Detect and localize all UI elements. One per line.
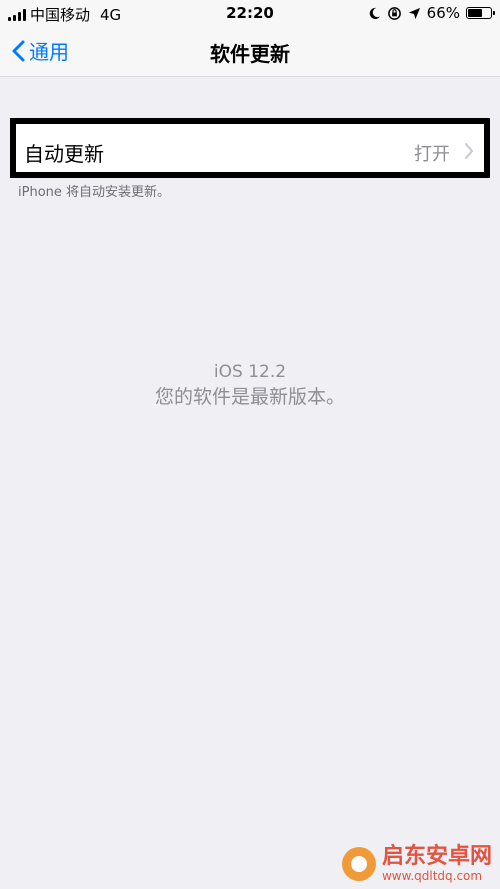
up-to-date-message: 您的软件是最新版本。 <box>154 386 345 408</box>
auto-update-footer-note: iPhone 将自动安装更新。 <box>18 185 171 200</box>
watermark-name: 启东安卓网 <box>381 844 492 869</box>
rotation-lock-icon <box>387 6 401 20</box>
battery-level <box>468 9 482 17</box>
watermark: 启东安卓网 www.qdltdq.com <box>341 844 492 884</box>
watermark-logo-icon <box>341 847 376 881</box>
auto-update-row[interactable]: 自动更新 打开 <box>10 118 490 178</box>
battery-percent: 66% <box>426 4 460 22</box>
page-title: 软件更新 <box>210 42 290 66</box>
watermark-url: www.qdltdq.com <box>381 869 483 883</box>
location-icon <box>408 7 420 19</box>
watermark-text: 启东安卓网 www.qdltdq.com <box>381 844 492 884</box>
moon-icon <box>369 7 380 19</box>
status-right: 66% <box>368 4 495 22</box>
auto-update-label: 自动更新 <box>24 142 104 166</box>
ios-version: iOS 12.2 <box>213 362 287 382</box>
battery-icon <box>466 7 495 19</box>
auto-update-value: 打开 <box>414 144 450 165</box>
navigation-bar: 通用 软件更新 <box>0 28 500 77</box>
chevron-right-icon <box>465 143 473 159</box>
status-bar: 中国移动 4G 22:20 66% <box>0 0 500 28</box>
update-status: iOS 12.2 您的软件是最新版本。 <box>0 360 500 410</box>
